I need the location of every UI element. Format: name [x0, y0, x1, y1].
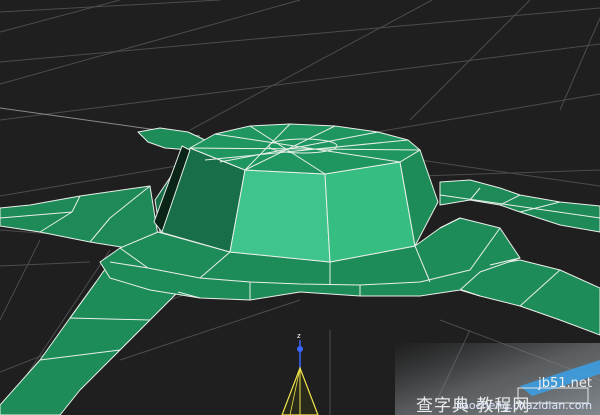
z-axis-label: z	[297, 332, 301, 340]
watermark-url: jiaocheng.chazidian.com	[456, 399, 593, 412]
3d-viewport[interactable]: z jb51.net 查字典 教程网 jiaocheng.chazidian.c…	[0, 0, 600, 415]
watermark-site-short: jb51.net	[538, 376, 592, 391]
viewport-scene[interactable]	[0, 0, 600, 415]
pyramid-gizmo-icon[interactable]	[281, 340, 319, 415]
